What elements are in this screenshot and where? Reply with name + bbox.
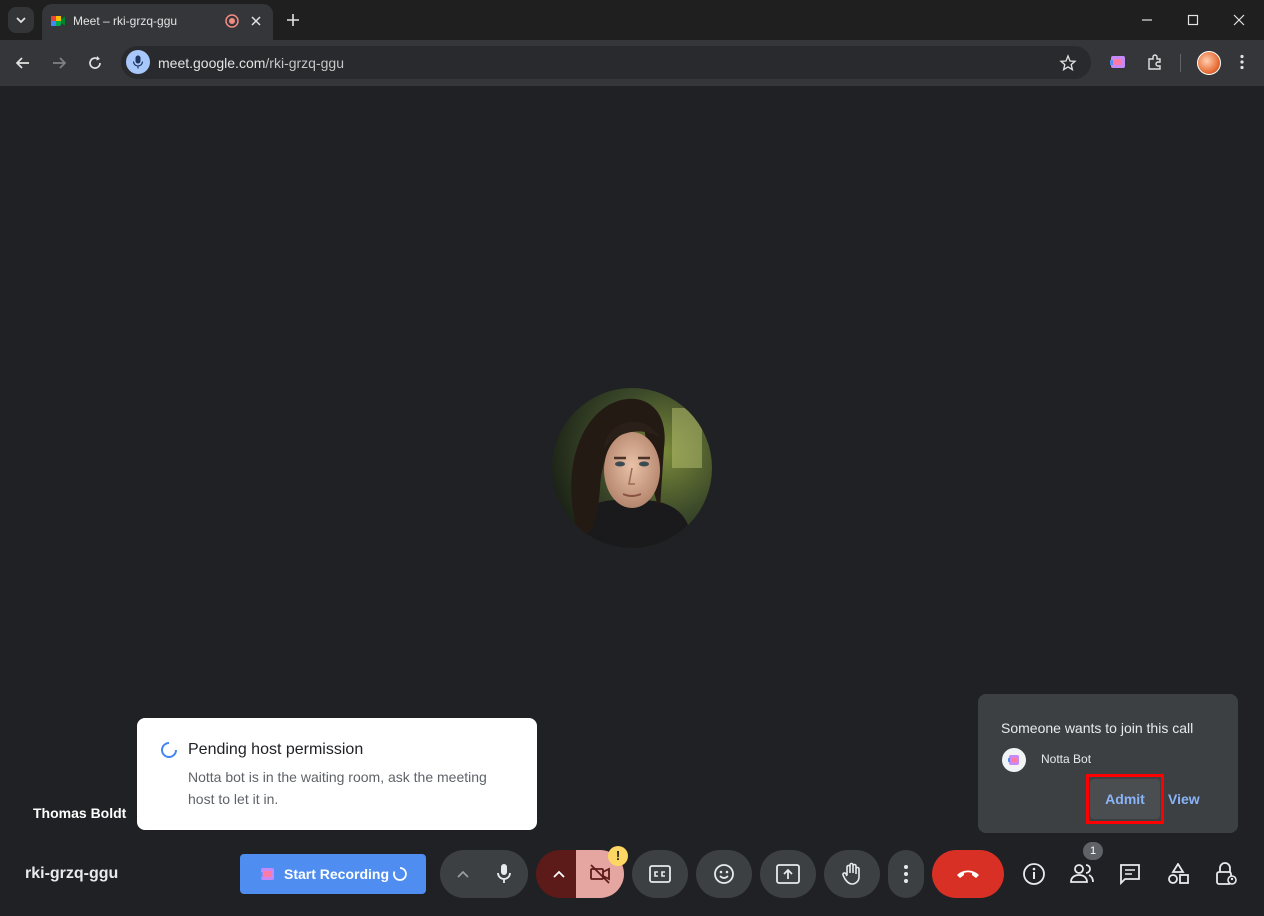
- meeting-code: rki-grzq-ggu: [25, 865, 119, 882]
- info-icon: [1023, 863, 1045, 885]
- loading-spinner-icon: [161, 742, 177, 758]
- people-count-badge: 1: [1083, 842, 1103, 860]
- url-path: /rki-grzq-ggu: [265, 55, 344, 71]
- notta-extension-icon[interactable]: [1108, 52, 1128, 72]
- chevron-down-icon: [16, 17, 26, 24]
- meet-favicon: [51, 16, 65, 26]
- close-icon[interactable]: [249, 14, 263, 28]
- camera-warning-badge: !: [608, 846, 628, 866]
- people-button[interactable]: [1070, 862, 1094, 886]
- address-bar[interactable]: meet.google.com/rki-grzq-ggu: [121, 46, 1091, 79]
- mic-icon: [497, 864, 511, 883]
- raise-hand-button[interactable]: [824, 850, 880, 898]
- meet-stage: Thomas Boldt Pending host permission Not…: [0, 86, 1264, 916]
- maximize-icon[interactable]: [1183, 10, 1203, 30]
- raise-hand-icon: [842, 862, 860, 885]
- participant-name: Thomas Boldt: [33, 805, 127, 821]
- pending-permission-toast: Pending host permission Notta bot is in …: [137, 718, 537, 830]
- join-request-card: Someone wants to join this call Notta Bo…: [978, 694, 1238, 833]
- recording-indicator-icon: [225, 14, 239, 28]
- mic-icon: [132, 55, 144, 69]
- emoji-icon: [714, 864, 734, 884]
- minimize-icon[interactable]: [1137, 10, 1157, 30]
- closed-captions-icon: [649, 865, 671, 883]
- host-controls-button[interactable]: [1214, 862, 1238, 886]
- captions-button[interactable]: [632, 850, 688, 898]
- more-vert-icon[interactable]: [1232, 52, 1252, 72]
- tab-strip: Meet – rki-grzq-ggu: [0, 0, 1264, 40]
- join-request-title: Someone wants to join this call: [1001, 720, 1194, 736]
- meeting-details-button[interactable]: [1022, 862, 1046, 886]
- admit-button[interactable]: Admit: [1090, 779, 1160, 819]
- requester-avatar: [1002, 748, 1026, 772]
- shapes-icon: [1168, 863, 1189, 884]
- reload-icon[interactable]: [85, 53, 105, 73]
- new-tab-icon[interactable]: [284, 11, 302, 29]
- chat-icon: [1120, 864, 1140, 885]
- call-end-icon: [957, 870, 979, 878]
- notta-logo-icon: [1008, 755, 1019, 765]
- people-icon: [1070, 864, 1094, 883]
- activities-button[interactable]: [1166, 862, 1190, 886]
- loading-spinner-icon: [393, 867, 407, 881]
- participant-portrait: [552, 388, 712, 548]
- video-options-chevron-up-icon[interactable]: [552, 868, 566, 880]
- toolbar-divider: [1180, 54, 1181, 72]
- present-to-all-icon: [776, 864, 800, 884]
- back-icon[interactable]: [13, 53, 33, 73]
- camera-off-icon: [590, 864, 610, 884]
- start-recording-label: Start Recording: [284, 866, 390, 882]
- audio-options-chevron-up-icon[interactable]: [456, 868, 470, 880]
- active-tab[interactable]: Meet – rki-grzq-ggu: [42, 4, 273, 40]
- toast-title: Pending host permission: [188, 741, 364, 758]
- forward-icon[interactable]: [49, 53, 69, 73]
- chat-button[interactable]: [1118, 862, 1142, 886]
- present-screen-button[interactable]: [760, 850, 816, 898]
- more-options-button[interactable]: [888, 850, 924, 898]
- bookmark-star-icon[interactable]: [1059, 54, 1077, 72]
- tab-search-button[interactable]: [8, 7, 34, 33]
- url-text: meet.google.com/rki-grzq-ggu: [158, 55, 344, 71]
- leave-call-button[interactable]: [932, 850, 1004, 898]
- profile-avatar[interactable]: [1197, 51, 1221, 75]
- start-recording-button[interactable]: Start Recording: [240, 854, 426, 894]
- site-mic-permission-button[interactable]: [126, 50, 150, 74]
- requester-name: Notta Bot: [1041, 752, 1092, 766]
- microphone-button[interactable]: [480, 850, 528, 898]
- url-host: meet.google.com: [158, 55, 266, 71]
- lock-person-icon: [1216, 862, 1237, 885]
- extensions-puzzle-icon[interactable]: [1145, 52, 1165, 72]
- view-button[interactable]: View: [1168, 791, 1200, 807]
- tab-title: Meet – rki-grzq-ggu: [73, 14, 178, 28]
- more-vert-icon: [904, 865, 908, 883]
- browser-toolbar: meet.google.com/rki-grzq-ggu: [0, 40, 1264, 86]
- notta-extension-icon: [259, 868, 274, 880]
- toast-body: Notta bot is in the waiting room, ask th…: [188, 769, 487, 807]
- window-close-icon[interactable]: [1229, 10, 1249, 30]
- microphone-control-group: [440, 850, 528, 898]
- participant-avatar: [552, 388, 712, 548]
- reactions-button[interactable]: [696, 850, 752, 898]
